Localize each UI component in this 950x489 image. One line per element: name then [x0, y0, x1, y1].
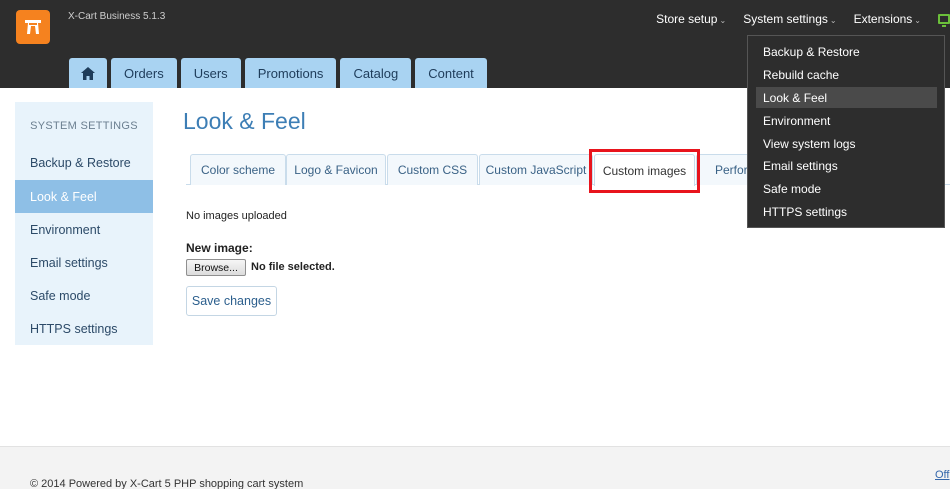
tab-orders[interactable]: Orders	[111, 58, 177, 88]
sidebar-item-email-settings[interactable]: Email settings	[15, 246, 153, 279]
tab-custom-css[interactable]: Custom CSS	[387, 154, 478, 185]
sidebar-item-backup-restore[interactable]: Backup & Restore	[15, 146, 153, 179]
menu-extensions[interactable]: Extensions ⌄	[854, 12, 921, 26]
tab-catalog[interactable]: Catalog	[340, 58, 412, 88]
tab-custom-images[interactable]: Custom images	[594, 154, 695, 186]
sidebar: SYSTEM SETTINGS Backup & Restore Look & …	[15, 102, 153, 345]
sidebar-item-environment[interactable]: Environment	[15, 213, 153, 246]
xcart-logo[interactable]	[16, 10, 50, 44]
tab-color-scheme[interactable]: Color scheme	[190, 154, 286, 185]
chevron-down-icon: ⌄	[829, 16, 837, 25]
dropdown-item-backup-restore[interactable]: Backup & Restore	[756, 41, 937, 62]
tab-custom-javascript[interactable]: Custom JavaScript	[479, 154, 593, 185]
dropdown-item-email-settings[interactable]: Email settings	[756, 155, 937, 176]
menu-label: System settings	[743, 12, 828, 26]
save-button[interactable]: Save changes	[186, 286, 277, 316]
dropdown-item-view-system-logs[interactable]: View system logs	[756, 133, 937, 154]
browse-button[interactable]: Browse...	[186, 259, 246, 276]
monitor-icon[interactable]	[938, 14, 950, 27]
sidebar-item-safe-mode[interactable]: Safe mode	[15, 279, 153, 312]
tab-logo-favicon[interactable]: Logo & Favicon	[286, 154, 386, 185]
dropdown-item-safe-mode[interactable]: Safe mode	[756, 178, 937, 199]
sidebar-item-look-feel[interactable]: Look & Feel	[15, 180, 153, 213]
menu-store-setup[interactable]: Store setup ⌄	[656, 12, 726, 26]
menu-label: Store setup	[656, 12, 718, 26]
no-images-message: No images uploaded	[186, 210, 287, 222]
chevron-down-icon: ⌄	[719, 16, 727, 25]
chevron-down-icon: ⌄	[914, 16, 921, 25]
tab-home[interactable]	[69, 58, 107, 88]
tab-users[interactable]: Users	[180, 58, 241, 88]
menu-system-settings[interactable]: System settings ⌄	[743, 12, 836, 26]
main-nav: Orders Users Promotions Catalog Content	[69, 58, 491, 88]
top-menu: Store setup ⌄ System settings ⌄ Extensions…	[656, 12, 950, 27]
tab-promotions[interactable]: Promotions	[244, 58, 337, 88]
dropdown-item-look-feel[interactable]: Look & Feel	[756, 87, 937, 108]
app-version: X-Cart Business 5.1.3	[68, 11, 166, 22]
menu-label: Extensions	[853, 12, 913, 26]
file-status: No file selected.	[251, 261, 335, 273]
copyright: © 2014 Powered by X-Cart 5 PHP shopping …	[30, 478, 304, 489]
system-settings-dropdown: Backup & Restore Rebuild cache Look & Fe…	[747, 35, 945, 228]
tab-content[interactable]: Content	[415, 58, 487, 88]
new-image-label: New image:	[186, 241, 253, 255]
footer: © 2014 Powered by X-Cart 5 PHP shopping …	[0, 446, 950, 489]
dropdown-item-https-settings[interactable]: HTTPS settings	[756, 201, 937, 222]
dropdown-item-rebuild-cache[interactable]: Rebuild cache	[756, 64, 937, 85]
dropdown-item-environment[interactable]: Environment	[756, 110, 937, 131]
home-icon	[81, 66, 95, 80]
page-title: Look & Feel	[183, 108, 306, 134]
sidebar-item-https-settings[interactable]: HTTPS settings	[15, 312, 153, 345]
sidebar-title: SYSTEM SETTINGS	[30, 120, 138, 132]
cart-logo-icon	[25, 20, 41, 34]
footer-link[interactable]: Off	[935, 469, 949, 481]
